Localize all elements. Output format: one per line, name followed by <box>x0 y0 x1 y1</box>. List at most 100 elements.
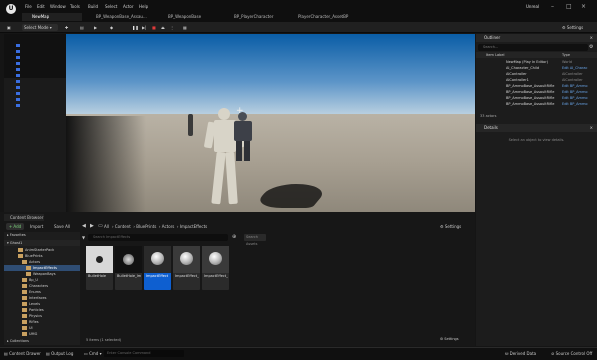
viewport-stat-icon <box>16 62 20 65</box>
sources-panel: ▸ Favorites ▾ Ghost1 AnimStarterPack Blu… <box>4 232 80 338</box>
save-all-button[interactable]: Save All <box>54 224 70 229</box>
outliner-header: Outliner × <box>476 34 597 42</box>
viewport-stat-icon <box>16 80 20 83</box>
viewport-sky <box>4 34 475 114</box>
tab-weaponbase-assault[interactable]: BP_WeaponBase_Assau... <box>88 13 156 21</box>
menu-help[interactable]: Help <box>139 4 148 9</box>
eject-icon[interactable]: ⏏ <box>161 24 165 31</box>
console-input[interactable]: Enter Console Command <box>104 350 184 357</box>
add-actor-icon[interactable]: ✚ <box>65 24 68 31</box>
content-browser-tab[interactable]: Content Browser <box>4 214 44 221</box>
project-section[interactable]: ▾ Ghost1 <box>4 240 80 246</box>
mode-selector[interactable]: Select Mode ▾ <box>22 24 58 31</box>
menu-file[interactable]: File <box>25 4 32 9</box>
menu-edit[interactable]: Edit <box>37 4 45 9</box>
asset-tile[interactable]: ImpactEffect_AssaultRifle <box>173 246 200 290</box>
viewport-stat-icon <box>16 104 20 107</box>
platforms-icon[interactable]: ▦ <box>183 24 187 31</box>
project-name: Unreal <box>526 4 540 9</box>
column-type[interactable]: Type <box>562 52 570 58</box>
breadcrumb-impacteffects[interactable]: ImpactEffects <box>180 224 207 229</box>
minimize-icon[interactable]: – <box>551 3 554 10</box>
viewport-wall <box>4 78 66 212</box>
stop-icon[interactable]: ■ <box>152 24 156 31</box>
status-bar: ▤ Content Drawer ▤ Output Log ▭ Cmd ▾ En… <box>0 347 597 360</box>
viewport-stat-icon <box>16 44 20 47</box>
step-icon[interactable]: ▶| <box>142 24 146 31</box>
search-assets-field[interactable]: Search Assets <box>244 234 266 246</box>
details-header: Details × <box>476 124 597 132</box>
tab-newmap[interactable]: NewMap <box>22 13 82 21</box>
view-options-icon[interactable]: ⚙ Settings <box>440 337 459 341</box>
breadcrumb: › Content › BluePrints › Actors › Impact… <box>112 224 208 229</box>
asset-search-input[interactable]: Search ImpactEffects <box>88 234 228 241</box>
settings-button[interactable]: ⚙ Settings <box>562 24 583 31</box>
tab-playercharacter-assetbp[interactable]: PlayerCharacter_AssetBP <box>290 13 370 21</box>
menu-window[interactable]: Window <box>50 4 66 9</box>
menu-actor[interactable]: Actor <box>123 4 134 9</box>
outliner-search-input[interactable]: Search... <box>478 44 588 51</box>
build-icon[interactable]: ◆ <box>110 24 113 31</box>
collections-section[interactable]: ▸ Collections <box>4 338 80 345</box>
back-icon[interactable]: ◀ <box>82 223 86 229</box>
wall-top <box>4 34 66 78</box>
viewport-stat-icon <box>16 68 20 71</box>
derived-data-button[interactable]: ⛁ Derived Data <box>505 351 536 356</box>
main-toolbar: ▣ Select Mode ▾ ✚ ▤ ▶ ◆ ❚❚ ▶| ■ ⏏ ⋮ ▦ ⚙ … <box>0 22 597 33</box>
breadcrumb-actors[interactable]: Actors <box>162 224 175 229</box>
distant-character <box>188 114 193 136</box>
asset-tile[interactable]: BulletHole_Image <box>115 246 142 290</box>
title-bar: U File Edit Window Tools Build Select Ac… <box>0 0 597 22</box>
folder-icon: ▭ <box>98 223 103 229</box>
asset-tile[interactable]: BulletHole <box>86 246 113 290</box>
outliner-row[interactable]: BP_AmmoBase_AssaultRifle Edit BP_Ammo <box>476 101 597 107</box>
favorites-section[interactable]: ▸ Favorites <box>4 232 80 238</box>
pause-icon[interactable]: ❚❚ <box>132 24 139 31</box>
ai-character <box>230 112 258 162</box>
level-viewport[interactable]: + <box>4 34 475 212</box>
output-log-button[interactable]: ▤ Output Log <box>46 351 73 356</box>
menu-tools[interactable]: Tools <box>70 4 80 9</box>
settings-icon[interactable]: ⚙ <box>589 44 593 50</box>
breadcrumb-content[interactable]: Content <box>115 224 131 229</box>
cmd-dropdown[interactable]: ▭ Cmd ▾ <box>84 351 102 356</box>
items-count: 5 items (1 selected) <box>86 338 122 342</box>
play-options-icon[interactable]: ⋮ <box>170 24 174 31</box>
column-item-label[interactable]: Item Label <box>486 52 505 58</box>
details-empty-text: Select an object to view details. <box>508 138 565 142</box>
cinematics-icon[interactable]: ▶ <box>94 24 97 31</box>
save-search-icon[interactable]: ⊕ <box>232 234 236 240</box>
breadcrumb-blueprints[interactable]: BluePrints <box>136 224 156 229</box>
source-control-button[interactable]: ⊘ Source Control Off <box>551 351 592 356</box>
import-button[interactable]: Import <box>30 224 43 229</box>
folder-item[interactable]: UMG <box>4 331 80 337</box>
asset-tile[interactable]: ImpactEffect_Pistol <box>202 246 229 290</box>
viewport-stat-icon <box>16 98 20 101</box>
unreal-logo-icon: U <box>6 4 16 14</box>
viewport-stat-icon <box>16 86 20 89</box>
filter-icon[interactable]: ▼ <box>82 235 86 241</box>
viewport-stat-icon <box>16 56 20 59</box>
crosshair-icon: + <box>236 106 244 116</box>
forward-icon[interactable]: ▶ <box>90 223 94 229</box>
outliner-actor-count: 33 actors <box>480 114 497 118</box>
content-drawer-button[interactable]: ▤ Content Drawer <box>4 351 41 356</box>
close-icon[interactable]: × <box>581 3 586 10</box>
tab-playercharacter[interactable]: BP_PlayerCharacter <box>226 13 288 21</box>
content-settings-button[interactable]: ⚙ Settings <box>440 224 461 229</box>
maximize-icon[interactable]: □ <box>566 3 572 10</box>
viewport-stat-icon <box>16 74 20 77</box>
breadcrumb-all[interactable]: All <box>104 224 109 229</box>
wall-shadow <box>66 116 146 212</box>
tab-weaponbase[interactable]: BP_WeaponBase <box>160 13 222 21</box>
outliner-columns: Item Label Type <box>476 52 597 58</box>
asset-tile-selected[interactable]: ImpactEffect <box>144 246 171 290</box>
blueprint-icon[interactable]: ▤ <box>80 24 84 31</box>
menu-build[interactable]: Build <box>88 4 98 9</box>
save-icon[interactable]: ▣ <box>7 24 11 31</box>
add-button[interactable]: + Add <box>6 223 24 230</box>
viewport-stat-icon <box>16 92 20 95</box>
menu-select[interactable]: Select <box>105 4 117 9</box>
right-panel: Outliner × Search... ⚙ Item Label Type Ne… <box>476 34 597 346</box>
viewport-stat-icon <box>16 50 20 53</box>
